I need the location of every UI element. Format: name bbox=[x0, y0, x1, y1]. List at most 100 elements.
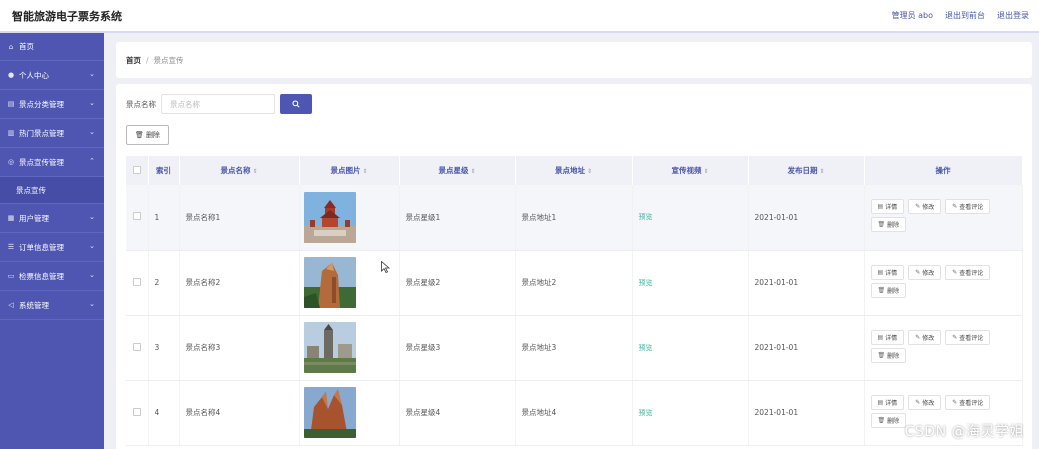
row-checkbox[interactable] bbox=[132, 212, 141, 221]
chevron-down-icon: ⌄ bbox=[89, 300, 95, 308]
sidebar-item-hot-spots-mgmt[interactable]: ▥ 热门景点管理 ⌄ bbox=[0, 119, 104, 148]
edit-icon: ✎ bbox=[952, 203, 958, 211]
sidebar-item-ticket-check-mgmt[interactable]: ▭ 检票信息管理 ⌄ bbox=[0, 262, 104, 291]
cell-actions: ▤ 详情 ✎ 修改 ✎ 查看评论 🗑 删除 bbox=[864, 315, 1023, 381]
search-label: 景点名称 bbox=[126, 99, 156, 109]
edit-button[interactable]: ✎ 修改 bbox=[908, 394, 942, 410]
sort-icon[interactable]: ⇕ bbox=[819, 168, 824, 175]
sidebar-item-label: 个人中心 bbox=[19, 70, 49, 80]
spot-image-monument[interactable] bbox=[303, 322, 356, 373]
breadcrumb-home[interactable]: 首页 bbox=[126, 55, 141, 66]
sidebar-item-label: 系统管理 bbox=[19, 300, 49, 310]
search-row: 景点名称 bbox=[126, 94, 312, 114]
sidebar-item-order-mgmt[interactable]: ☰ 订单信息管理 ⌄ bbox=[0, 233, 104, 262]
spot-image-cliff[interactable] bbox=[303, 387, 356, 438]
view-comments-button[interactable]: ✎ 查看评论 bbox=[945, 329, 991, 345]
cell-name: 景点名称4 bbox=[179, 380, 300, 446]
trash-icon: 🗑 bbox=[877, 416, 886, 424]
logout-link[interactable]: 退出登录 bbox=[997, 10, 1029, 21]
document-icon: ▤ bbox=[877, 333, 884, 341]
cell-index: 1 bbox=[148, 185, 180, 251]
exit-frontend-link[interactable]: 退出到前台 bbox=[945, 10, 985, 21]
header-select-all[interactable] bbox=[126, 156, 149, 185]
edit-icon: ✎ bbox=[915, 398, 921, 406]
edit-icon: ✎ bbox=[915, 203, 921, 211]
cell-address: 景点地址4 bbox=[515, 380, 633, 446]
sidebar-item-category-mgmt[interactable]: ▤ 景点分类管理 ⌄ bbox=[0, 90, 104, 119]
header-video[interactable]: 宣传视频 ⇕ bbox=[632, 156, 749, 185]
delete-button[interactable]: 🗑 删除 bbox=[870, 217, 907, 233]
view-comments-button[interactable]: ✎ 查看评论 bbox=[945, 199, 991, 215]
video-preview-link[interactable]: 预览 bbox=[639, 409, 653, 417]
cell-index: 4 bbox=[148, 380, 180, 446]
detail-button[interactable]: ▤ 详情 bbox=[870, 394, 905, 410]
sidebar-item-personal-center[interactable]: ● 个人中心 ⌄ bbox=[0, 61, 104, 90]
sidebar-item-label: 热门景点管理 bbox=[19, 128, 64, 138]
speaker-icon: ◎ bbox=[7, 158, 15, 166]
edit-icon: ✎ bbox=[952, 333, 958, 341]
edit-button[interactable]: ✎ 修改 bbox=[908, 329, 942, 345]
video-preview-link[interactable]: 预览 bbox=[639, 344, 653, 352]
spot-image-rock[interactable] bbox=[303, 257, 356, 308]
sort-icon[interactable]: ⇕ bbox=[362, 168, 367, 175]
edit-button[interactable]: ✎ 修改 bbox=[908, 264, 942, 280]
search-input[interactable] bbox=[161, 94, 275, 114]
chevron-down-icon: ⌄ bbox=[89, 99, 95, 107]
cell-image bbox=[299, 185, 400, 251]
delete-button[interactable]: 🗑 删除 bbox=[870, 347, 907, 363]
header-level[interactable]: 景点星级 ⇕ bbox=[399, 156, 516, 185]
delete-button[interactable]: 🗑 删除 bbox=[870, 282, 907, 298]
sidebar-item-label: 景点分类管理 bbox=[19, 99, 64, 109]
sidebar-subitem-label: 景点宣传 bbox=[16, 185, 46, 195]
trash-icon: 🗑 bbox=[877, 286, 886, 294]
cell-level: 景点星级4 bbox=[399, 380, 516, 446]
row-checkbox[interactable] bbox=[132, 277, 141, 286]
view-comments-button[interactable]: ✎ 查看评论 bbox=[945, 264, 991, 280]
video-preview-link[interactable]: 预览 bbox=[639, 279, 653, 287]
header-address[interactable]: 景点地址 ⇕ bbox=[515, 156, 633, 185]
cell-image bbox=[299, 250, 400, 316]
cell-image bbox=[299, 380, 400, 446]
document-icon: ▤ bbox=[877, 268, 884, 276]
grid-icon: ▦ bbox=[7, 214, 15, 222]
row-checkbox[interactable] bbox=[132, 342, 141, 351]
row-checkbox[interactable] bbox=[132, 407, 141, 416]
detail-button[interactable]: ▤ 详情 bbox=[870, 199, 905, 215]
sidebar-item-system-mgmt[interactable]: ◁ 系统管理 ⌄ bbox=[0, 291, 104, 320]
sidebar-subitem-promotion[interactable]: 景点宣传 bbox=[0, 177, 104, 204]
delete-button[interactable]: 🗑 删除 bbox=[870, 412, 907, 428]
sidebar-item-home[interactable]: ⌂ 首页 bbox=[0, 33, 104, 61]
sort-icon[interactable]: ⇕ bbox=[470, 168, 475, 175]
sort-icon[interactable]: ⇕ bbox=[252, 168, 257, 175]
detail-button[interactable]: ▤ 详情 bbox=[870, 264, 905, 280]
header-image[interactable]: 景点图片 ⇕ bbox=[299, 156, 400, 185]
sidebar-item-promotion-mgmt[interactable]: ◎ 景点宣传管理 ⌃ bbox=[0, 148, 104, 177]
header-index: 索引 bbox=[148, 156, 180, 185]
settings-icon: ◁ bbox=[8, 301, 14, 309]
sort-icon[interactable]: ⇕ bbox=[703, 168, 708, 175]
spot-image-pagoda[interactable] bbox=[303, 191, 356, 243]
sidebar-item-user-mgmt[interactable]: ▦ 用户管理 ⌄ bbox=[0, 204, 104, 233]
select-all-checkbox[interactable] bbox=[132, 165, 141, 174]
sort-icon[interactable]: ⇕ bbox=[587, 168, 592, 175]
ticket-icon: ▭ bbox=[7, 272, 15, 280]
edit-button[interactable]: ✎ 修改 bbox=[908, 199, 942, 215]
header-date[interactable]: 发布日期 ⇕ bbox=[748, 156, 865, 185]
view-comments-button[interactable]: ✎ 查看评论 bbox=[945, 394, 991, 410]
chevron-down-icon: ⌄ bbox=[89, 271, 95, 279]
table-row: 1 景点名称1 景点星级1 景点地址1 预览 2021-01-01 ▤ 详情 ✎… bbox=[126, 185, 1023, 251]
trash-icon: 🗑 bbox=[135, 131, 144, 139]
batch-delete-button[interactable]: 🗑 删除 bbox=[126, 125, 169, 145]
cell-address: 景点地址2 bbox=[515, 250, 633, 316]
search-button[interactable] bbox=[280, 94, 312, 114]
table-row: 4 景点名称4 景点星级4 景点地址4 预览 2021-01-01 ▤ 详情 ✎… bbox=[126, 380, 1023, 446]
cell-actions: ▤ 详情 ✎ 修改 ✎ 查看评论 🗑 删除 bbox=[864, 250, 1023, 316]
document-icon: ▤ bbox=[877, 203, 884, 211]
cell-address: 景点地址1 bbox=[515, 185, 633, 251]
detail-button[interactable]: ▤ 详情 bbox=[870, 329, 905, 345]
home-icon: ⌂ bbox=[8, 42, 14, 51]
admin-label[interactable]: 管理员 abo bbox=[892, 10, 933, 21]
header-name[interactable]: 景点名称 ⇕ bbox=[179, 156, 300, 185]
cell-index: 3 bbox=[148, 315, 180, 381]
video-preview-link[interactable]: 预览 bbox=[639, 213, 653, 221]
